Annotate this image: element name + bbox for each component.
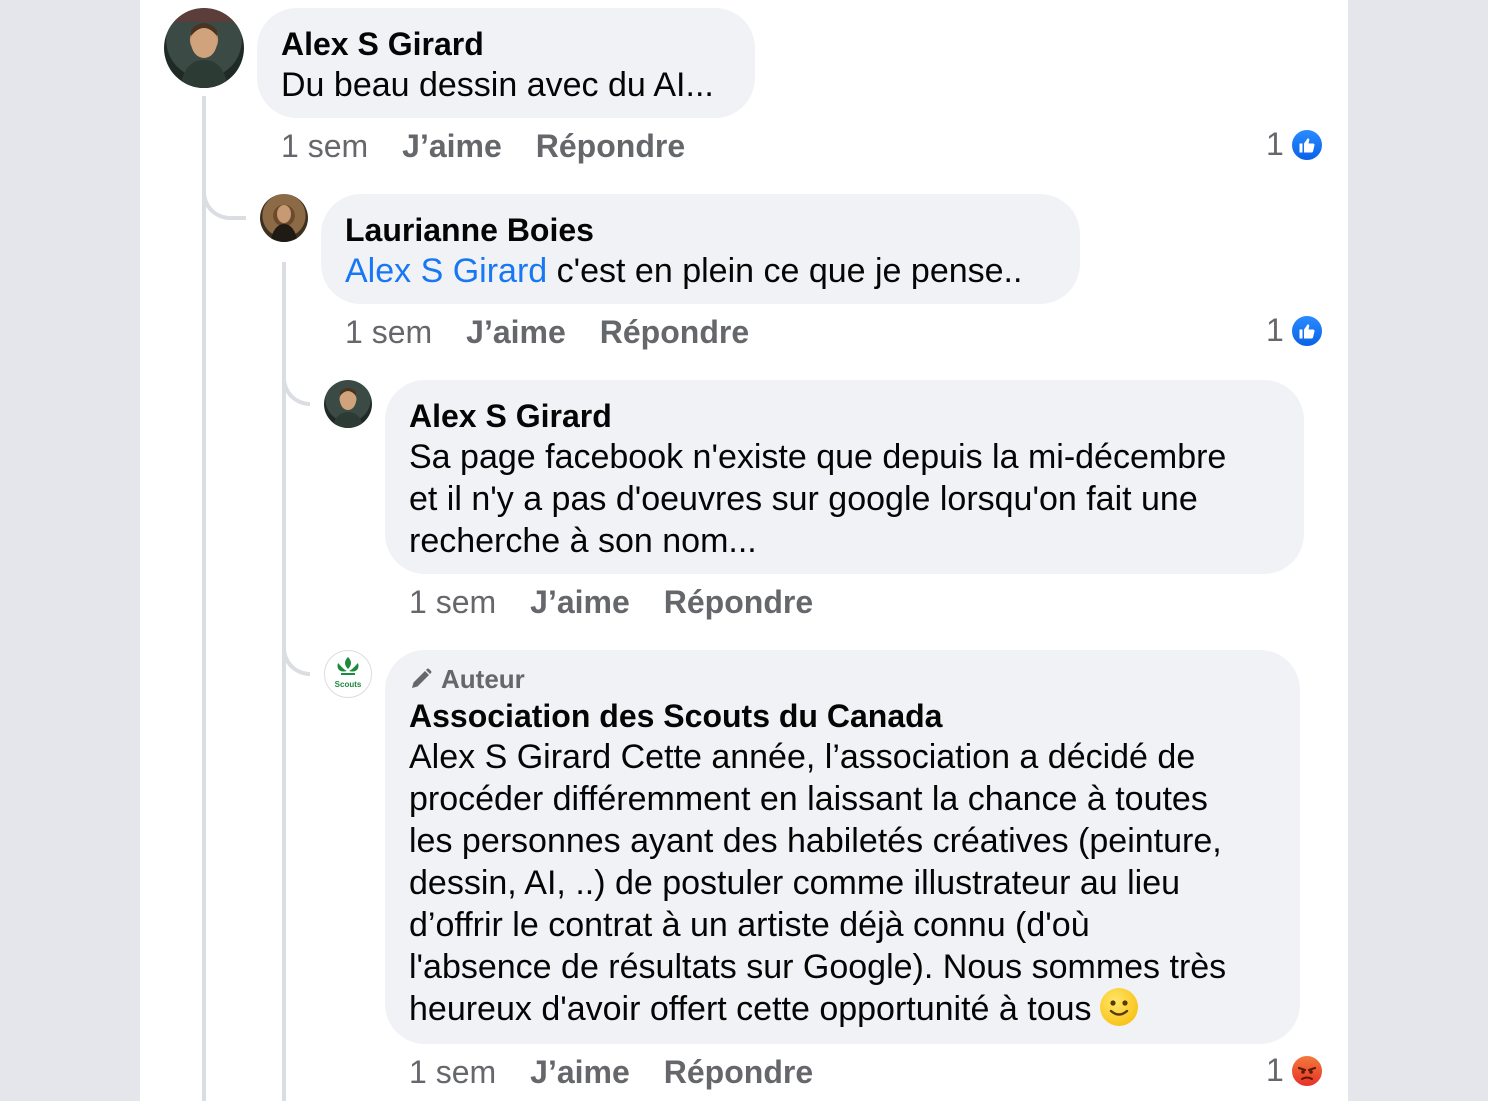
- like-button[interactable]: J’aime: [402, 126, 502, 166]
- pencil-icon: [412, 668, 432, 688]
- reaction-count: 1: [1266, 1052, 1284, 1088]
- like-button[interactable]: J’aime: [466, 312, 566, 352]
- mention-link[interactable]: Alex S Girard: [345, 252, 547, 290]
- reaction-count: 1: [1266, 126, 1284, 162]
- comment-time[interactable]: 1 sem: [409, 582, 496, 622]
- comment-author[interactable]: Association des Scouts du Canada: [409, 696, 1276, 736]
- slightly-smiling-face-icon: [1099, 988, 1138, 1026]
- scouts-logo-icon: Scouts: [335, 657, 362, 689]
- reply-button[interactable]: Répondre: [664, 582, 813, 622]
- like-icon: [1289, 127, 1324, 162]
- comment-text-line: d’offrir le contrat à un artiste déjà co…: [409, 906, 1090, 944]
- avatar[interactable]: Scouts: [324, 650, 372, 698]
- comment-actions: 1 sem J’aime Répondre: [409, 1052, 813, 1092]
- thread-connector: [202, 170, 246, 220]
- author-badge-label: Auteur: [441, 664, 525, 694]
- comment-text-line: Alex S Girard Cette année, l’association…: [409, 738, 1196, 776]
- comment-text-line: procéder différemment en laissant la cha…: [409, 780, 1208, 818]
- avatar[interactable]: [260, 194, 308, 242]
- reply-button[interactable]: Répondre: [664, 1052, 813, 1092]
- thread-connector: [282, 356, 310, 406]
- comment-text-line: l'absence de résultats sur Google). Nous…: [409, 948, 1227, 986]
- profile-photo: [270, 205, 298, 242]
- thread-line-main: [202, 96, 206, 1101]
- reaction-summary[interactable]: 1: [1266, 1052, 1324, 1089]
- like-button[interactable]: J’aime: [530, 582, 630, 622]
- avatar[interactable]: [324, 380, 372, 428]
- comment-time[interactable]: 1 sem: [345, 312, 432, 352]
- comment-text-line: recherche à son nom...: [409, 522, 757, 560]
- comment-text: Du beau dessin avec du AI...: [281, 66, 714, 104]
- reaction-summary[interactable]: 1: [1266, 126, 1324, 163]
- like-icon: [1289, 313, 1324, 348]
- reply-button[interactable]: Répondre: [536, 126, 685, 166]
- comment-text-line: heureux d'avoir offert cette opportunité…: [409, 990, 1092, 1028]
- profile-photo: [332, 388, 364, 428]
- comment-actions: 1 sem J’aime Répondre: [281, 126, 685, 166]
- comment-text-line: et il n'y a pas d'oeuvres sur google lor…: [409, 480, 1198, 518]
- comment-text-line: dessin, AI, ..) de postuler comme illust…: [409, 864, 1181, 902]
- comment-actions: 1 sem J’aime Répondre: [409, 582, 813, 622]
- comment-author[interactable]: Laurianne Boies: [345, 210, 1056, 250]
- comment-author[interactable]: Alex S Girard: [281, 24, 731, 64]
- avatar-label: Scouts: [335, 680, 362, 689]
- comment-author[interactable]: Alex S Girard: [409, 396, 1280, 436]
- comment-time[interactable]: 1 sem: [409, 1052, 496, 1092]
- reply-button[interactable]: Répondre: [600, 312, 749, 352]
- author-badge: Auteur: [409, 662, 1276, 696]
- avatar[interactable]: [164, 8, 244, 88]
- comment-bubble: Alex S Girard Sa page facebook n'existe …: [385, 380, 1304, 574]
- comment-bubble: Alex S Girard Du beau dessin avec du AI.…: [257, 8, 755, 118]
- reaction-summary[interactable]: 1: [1266, 312, 1324, 349]
- angry-icon: [1289, 1053, 1324, 1088]
- comment-bubble: Laurianne Boies Alex S Girard c'est en p…: [321, 194, 1080, 304]
- profile-photo: [164, 8, 244, 88]
- like-button[interactable]: J’aime: [530, 1052, 630, 1092]
- comment-text-line: les personnes ayant des habiletés créati…: [409, 822, 1222, 860]
- reaction-count: 1: [1266, 312, 1284, 348]
- comment-thread: Alex S Girard Du beau dessin avec du AI.…: [140, 0, 1348, 1101]
- comment-text-line-last: heureux d'avoir offert cette opportunité…: [409, 988, 1276, 1030]
- comment-actions: 1 sem J’aime Répondre: [345, 312, 749, 352]
- comment-time[interactable]: 1 sem: [281, 126, 368, 166]
- thread-connector: [282, 626, 310, 676]
- comment-text-body: c'est en plein ce que je pense..: [547, 252, 1023, 290]
- comment-text-line: Sa page facebook n'existe que depuis la …: [409, 438, 1227, 476]
- comment-text: Alex S Girard c'est en plein ce que je p…: [345, 250, 1056, 292]
- comment-bubble: Auteur Association des Scouts du Canada …: [385, 650, 1300, 1044]
